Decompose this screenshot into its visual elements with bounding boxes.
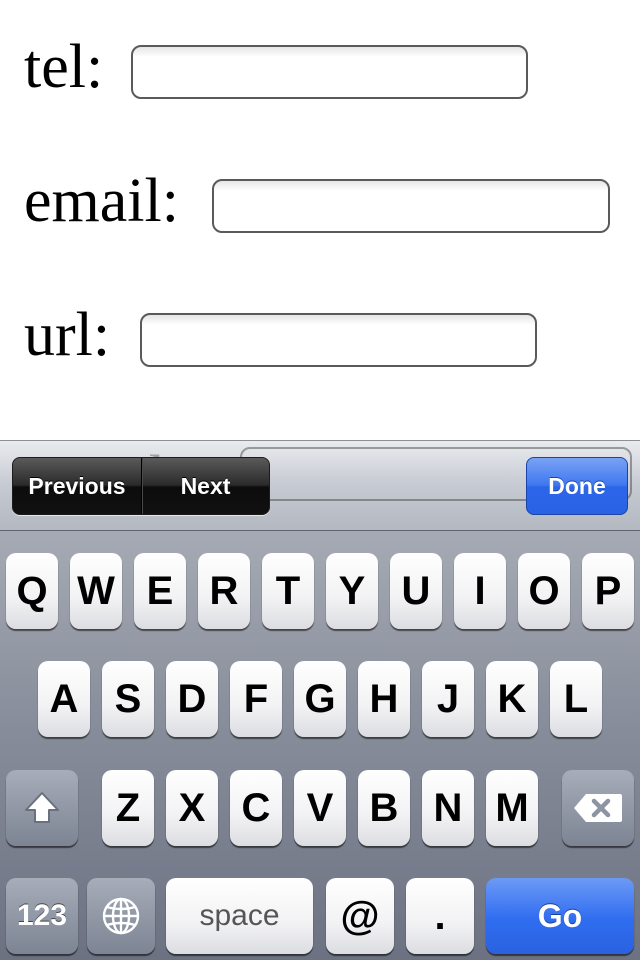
key-label: K bbox=[497, 676, 527, 721]
key-n[interactable]: N bbox=[422, 770, 474, 846]
key-p[interactable]: P bbox=[582, 553, 634, 629]
key-i[interactable]: I bbox=[454, 553, 506, 629]
backspace-key[interactable] bbox=[562, 770, 634, 846]
dot-key-label: . bbox=[434, 893, 446, 938]
globe-icon bbox=[100, 895, 142, 937]
key-z[interactable]: Z bbox=[102, 770, 154, 846]
key-b[interactable]: B bbox=[358, 770, 410, 846]
key-y[interactable]: Y bbox=[326, 553, 378, 629]
key-h[interactable]: H bbox=[358, 661, 410, 737]
tel-label: tel: bbox=[24, 33, 104, 101]
key-label: Y bbox=[338, 568, 366, 613]
numbers-key-label: 123 bbox=[16, 899, 68, 932]
done-button[interactable]: Done bbox=[526, 457, 628, 515]
key-t[interactable]: T bbox=[262, 553, 314, 629]
key-f[interactable]: F bbox=[230, 661, 282, 737]
email-label: email: bbox=[24, 167, 179, 235]
globe-key[interactable] bbox=[87, 878, 155, 954]
key-label: M bbox=[495, 785, 529, 830]
url-input[interactable] bbox=[140, 313, 537, 367]
key-g[interactable]: G bbox=[294, 661, 346, 737]
key-c[interactable]: C bbox=[230, 770, 282, 846]
key-label: J bbox=[436, 676, 460, 721]
key-label: P bbox=[594, 568, 622, 613]
web-form: tel: email: url: bbox=[0, 0, 640, 440]
shift-key[interactable] bbox=[6, 770, 78, 846]
next-button[interactable]: Next bbox=[142, 458, 269, 514]
prev-next-segmented-control: Previous Next bbox=[12, 457, 270, 515]
key-label: T bbox=[275, 568, 301, 613]
key-o[interactable]: O bbox=[518, 553, 570, 629]
key-label: V bbox=[306, 785, 334, 830]
at-key-label: @ bbox=[340, 893, 380, 938]
key-label: D bbox=[177, 676, 207, 721]
tel-input[interactable] bbox=[131, 45, 528, 99]
form-accessory-bar: search: Previous Next Done bbox=[0, 440, 640, 530]
go-key[interactable]: Go bbox=[486, 878, 634, 954]
key-label: A bbox=[49, 676, 79, 721]
key-d[interactable]: D bbox=[166, 661, 218, 737]
at-key[interactable]: @ bbox=[326, 878, 394, 954]
key-u[interactable]: U bbox=[390, 553, 442, 629]
email-input[interactable] bbox=[212, 179, 610, 233]
key-label: S bbox=[114, 676, 142, 721]
key-l[interactable]: L bbox=[550, 661, 602, 737]
key-k[interactable]: K bbox=[486, 661, 538, 737]
key-m[interactable]: M bbox=[486, 770, 538, 846]
key-label: F bbox=[243, 676, 269, 721]
key-label: C bbox=[241, 785, 271, 830]
key-j[interactable]: J bbox=[422, 661, 474, 737]
key-label: O bbox=[528, 568, 560, 613]
previous-button[interactable]: Previous bbox=[13, 458, 142, 514]
key-label: B bbox=[369, 785, 399, 830]
key-label: L bbox=[563, 676, 589, 721]
key-label: I bbox=[474, 568, 486, 613]
go-key-label: Go bbox=[537, 897, 583, 934]
key-v[interactable]: V bbox=[294, 770, 346, 846]
key-label: N bbox=[433, 785, 463, 830]
backspace-icon bbox=[572, 791, 624, 825]
onscreen-keyboard: QWERTYUIOP ASDFGHJKL ZXCVBNM 123 space @… bbox=[0, 530, 640, 960]
url-label: url: bbox=[24, 301, 111, 369]
key-r[interactable]: R bbox=[198, 553, 250, 629]
key-label: W bbox=[77, 568, 115, 613]
key-w[interactable]: W bbox=[70, 553, 122, 629]
key-q[interactable]: Q bbox=[6, 553, 58, 629]
dot-key[interactable]: . bbox=[406, 878, 474, 954]
key-e[interactable]: E bbox=[134, 553, 186, 629]
space-key-label: space bbox=[199, 899, 280, 932]
key-label: X bbox=[178, 785, 206, 830]
shift-icon bbox=[22, 788, 62, 828]
key-label: E bbox=[146, 568, 174, 613]
key-s[interactable]: S bbox=[102, 661, 154, 737]
key-label: Z bbox=[115, 785, 141, 830]
key-label: H bbox=[369, 676, 399, 721]
key-label: Q bbox=[16, 568, 48, 613]
space-key[interactable]: space bbox=[166, 878, 313, 954]
key-label: G bbox=[304, 676, 336, 721]
key-x[interactable]: X bbox=[166, 770, 218, 846]
key-label: U bbox=[401, 568, 431, 613]
key-label: R bbox=[209, 568, 239, 613]
key-a[interactable]: A bbox=[38, 661, 90, 737]
numbers-key[interactable]: 123 bbox=[6, 878, 78, 954]
